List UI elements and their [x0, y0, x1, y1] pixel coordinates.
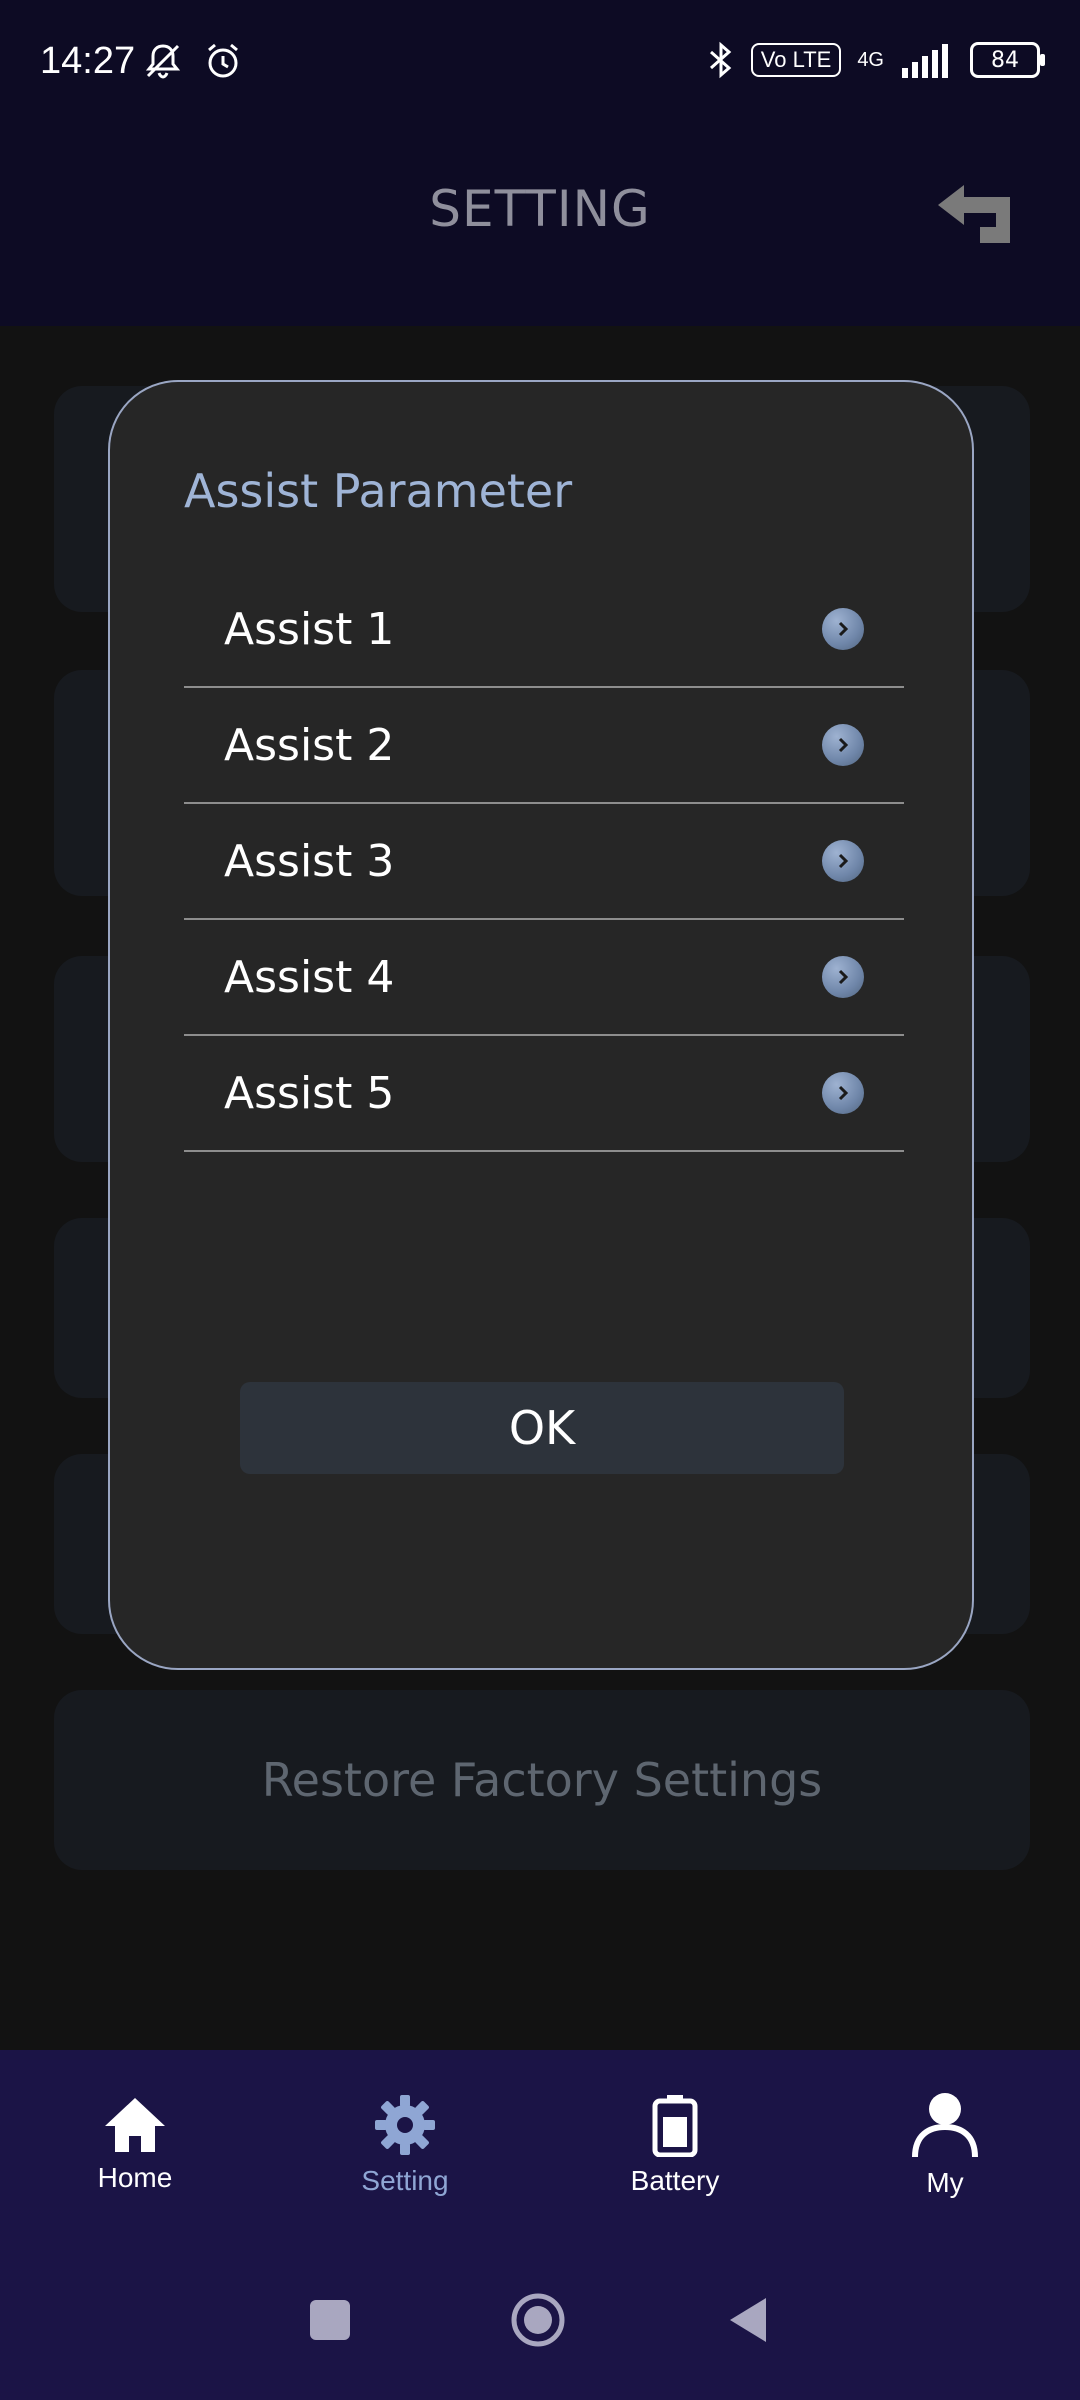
- list-item-label: Assist 2: [224, 719, 395, 771]
- nav-item-battery[interactable]: Battery: [575, 2093, 775, 2197]
- gear-icon: [375, 2095, 435, 2155]
- nav-label: Setting: [361, 2165, 449, 2196]
- assist-item-5[interactable]: Assist 5: [184, 1036, 904, 1152]
- home-circle-icon[interactable]: [510, 2292, 566, 2348]
- assist-list: Assist 1 Assist 2 Assist 3 Assist 4 Assi…: [184, 572, 904, 1152]
- chevron-right-icon: [822, 608, 864, 650]
- screen: 14:27 Vo LTE 4G 84 SETTING Restore Facto…: [0, 0, 1080, 2400]
- bell-muted-icon: [145, 44, 181, 79]
- nav-item-my[interactable]: My: [845, 2091, 1045, 2199]
- bottom-navigation: Home Setting Battery My: [0, 2050, 1080, 2240]
- nav-label: Battery: [630, 2165, 720, 2196]
- chevron-right-icon: [822, 724, 864, 766]
- volte-badge: Vo LTE: [750, 43, 842, 77]
- status-left-icons: [142, 40, 244, 82]
- assist-item-2[interactable]: Assist 2: [184, 688, 904, 804]
- home-icon: [105, 2098, 165, 2152]
- nav-label: My: [926, 2167, 964, 2198]
- assist-parameter-dialog: Assist Parameter Assist 1 Assist 2 Assis…: [108, 380, 974, 1670]
- chevron-right-icon: [822, 956, 864, 998]
- assist-item-4[interactable]: Assist 4: [184, 920, 904, 1036]
- network-type: 4G: [857, 48, 884, 71]
- assist-item-1[interactable]: Assist 1: [184, 572, 904, 688]
- chevron-right-icon: [822, 1072, 864, 1114]
- page-title: SETTING: [429, 180, 651, 238]
- list-item-label: Assist 4: [224, 951, 395, 1003]
- nav-item-setting[interactable]: Setting: [305, 2093, 505, 2197]
- status-right: Vo LTE 4G 84: [707, 40, 1045, 80]
- nav-label: Home: [97, 2162, 173, 2193]
- nav-item-home[interactable]: Home: [35, 2096, 235, 2194]
- restore-factory-card[interactable]: Restore Factory Settings: [54, 1690, 1030, 1870]
- back-button[interactable]: [930, 180, 1020, 250]
- dialog-title: Assist Parameter: [184, 464, 573, 518]
- return-arrow-icon: [938, 185, 1010, 243]
- back-triangle-icon[interactable]: [726, 2296, 770, 2344]
- assist-item-3[interactable]: Assist 3: [184, 804, 904, 920]
- list-item-label: Assist 1: [224, 603, 395, 655]
- user-icon: [912, 2093, 978, 2158]
- list-item-label: Assist 3: [224, 835, 395, 887]
- system-navigation: [0, 2240, 1080, 2400]
- restore-factory-label: Restore Factory Settings: [261, 1753, 823, 1807]
- status-time: 14:27: [40, 40, 136, 82]
- bluetooth-icon: [709, 41, 732, 79]
- ok-button[interactable]: OK: [240, 1382, 844, 1474]
- top-bar: 14:27 Vo LTE 4G 84 SETTING: [0, 0, 1080, 326]
- list-item-label: Assist 5: [224, 1067, 395, 1119]
- chevron-right-icon: [822, 840, 864, 882]
- status-battery: 84: [970, 42, 1045, 78]
- signal-icon: [902, 44, 948, 78]
- battery-icon: [652, 2095, 698, 2157]
- recent-apps-icon[interactable]: [310, 2300, 350, 2340]
- alarm-icon: [208, 43, 238, 78]
